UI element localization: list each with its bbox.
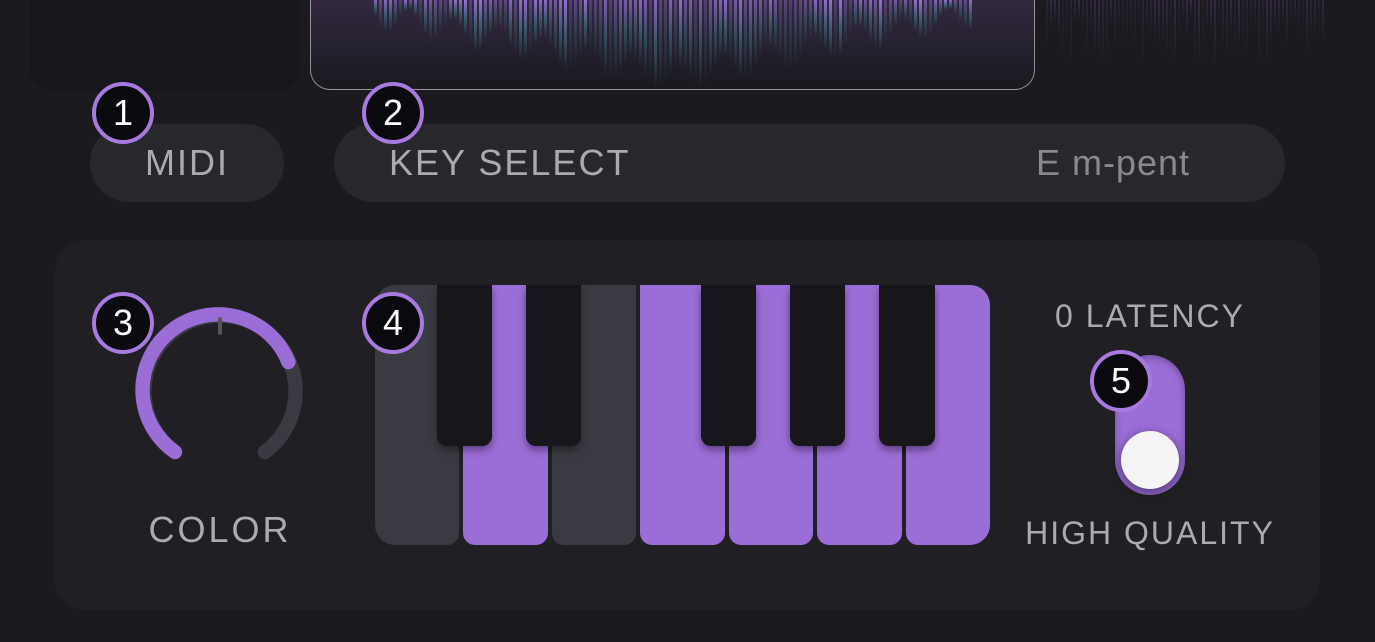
toggle-knob [1121,431,1179,489]
color-knob[interactable] [130,299,310,479]
white-key-5[interactable] [817,285,901,545]
key-select-label: KEY SELECT [389,142,630,184]
spectrum-main-view[interactable] [310,0,1035,90]
midi-label: MIDI [145,142,229,183]
key-select-button[interactable]: KEY SELECT E m-pent [334,124,1285,202]
white-key-4[interactable] [729,285,813,545]
white-key-2[interactable] [552,285,636,545]
annotation-badge-5: 5 [1090,350,1152,412]
spectrum-area [30,0,1345,90]
annotation-badge-1: 1 [92,82,154,144]
annotation-badge-4: 4 [362,292,424,354]
white-key-1[interactable] [463,285,547,545]
white-key-3[interactable] [640,285,724,545]
annotation-badge-3: 3 [92,292,154,354]
keyboard[interactable] [375,285,990,545]
key-select-value: E m-pent [1036,142,1190,184]
color-label: COLOR [148,509,291,551]
knob-pointer [218,317,222,335]
quality-bottom-label: HIGH QUALITY [1025,515,1275,552]
spectrum-right-panel [1045,0,1345,90]
quality-top-label: 0 LATENCY [1055,298,1245,335]
white-key-6[interactable] [906,285,990,545]
spectrum-left-panel [30,0,300,90]
annotation-badge-2: 2 [362,82,424,144]
main-panel: COLOR 0 LATENCY HIGH QUALITY [55,240,1320,610]
